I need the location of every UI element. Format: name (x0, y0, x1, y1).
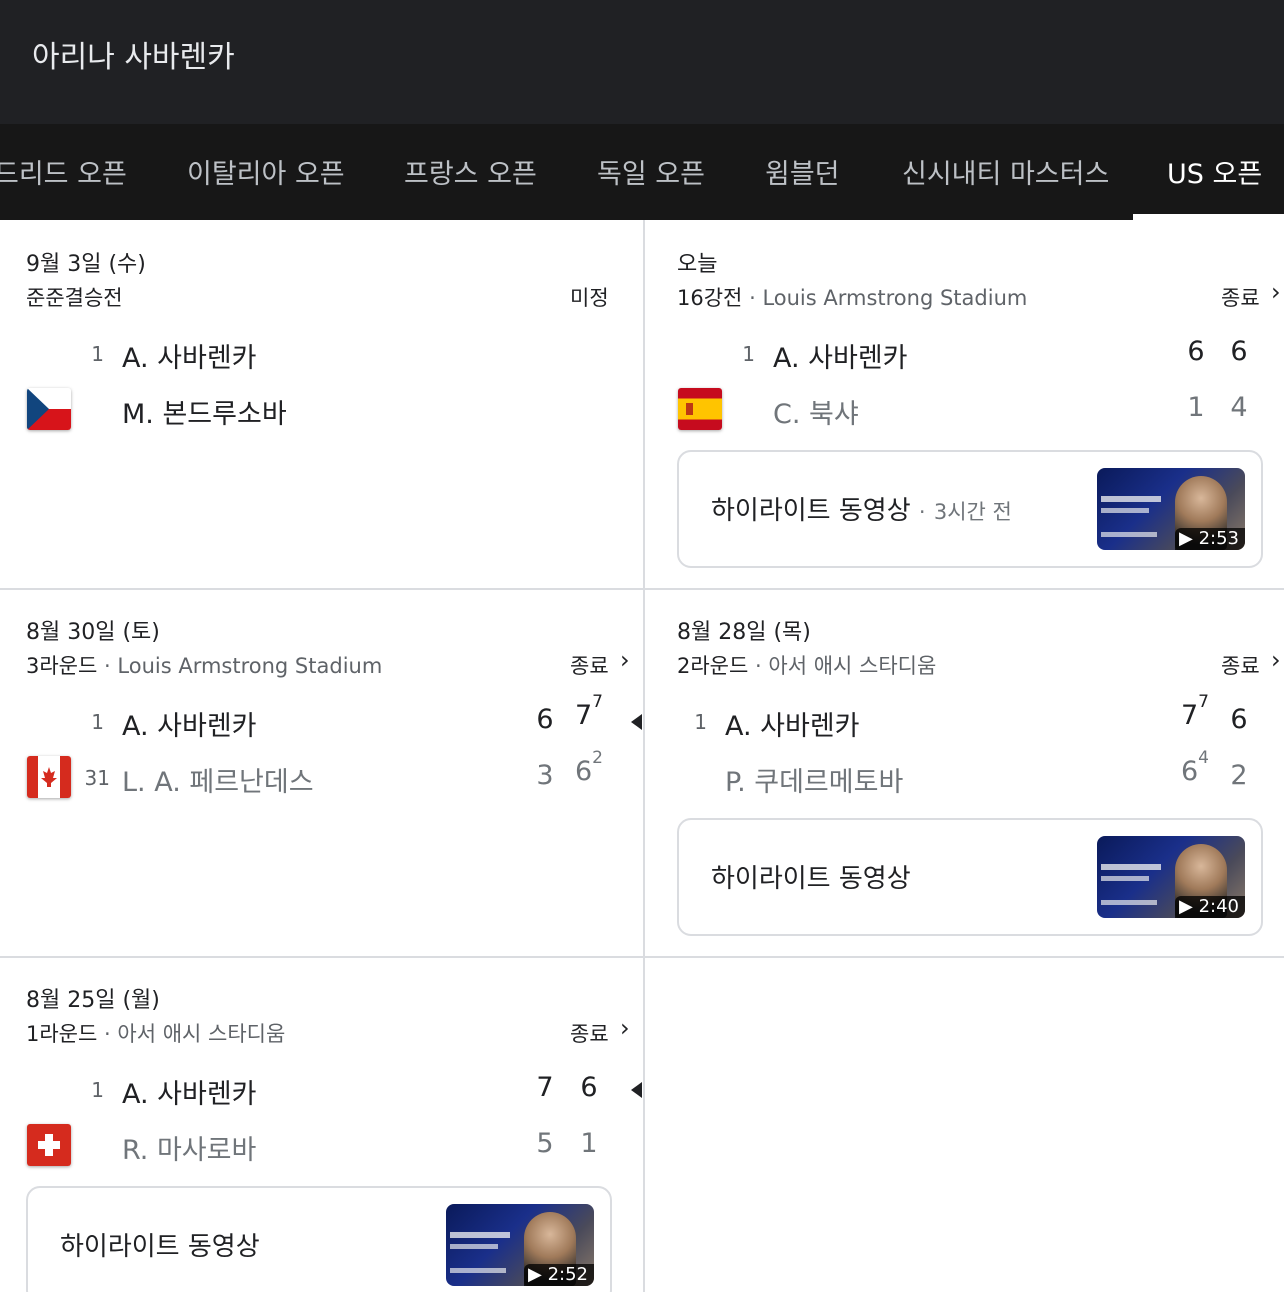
set-score: 6 (580, 1072, 598, 1103)
video-thumbnail[interactable]: ▶ 2:40 (1097, 836, 1245, 918)
czech-flag-icon (27, 388, 71, 430)
player-name[interactable]: A. 사바렌카 (773, 336, 908, 375)
match-card-round-3[interactable]: 8월 30일 (토) 3라운드 · Louis Armstrong Stadiu… (0, 590, 643, 956)
player-seed: 1 (742, 342, 755, 366)
switzerland-flag-icon (27, 1124, 71, 1166)
player-name[interactable]: A. 사바렌카 (122, 336, 257, 375)
match-date: 8월 28일 (목) (677, 620, 811, 645)
match-date: 8월 25일 (월) (26, 988, 160, 1013)
set-score: 64 (1180, 748, 1209, 787)
player-seed: 31 (84, 766, 110, 790)
chevron-right-icon[interactable]: › (620, 646, 630, 674)
highlight-video-card[interactable]: 하이라이트 동영상 ▶ 2:40 (677, 818, 1263, 936)
set-score: 77 (574, 692, 603, 731)
player-seed: 1 (694, 710, 707, 734)
set-score: 5 (536, 1128, 554, 1159)
set-score: 1 (580, 1128, 598, 1159)
player-seed: 1 (91, 1078, 104, 1102)
player-name[interactable]: C. 북샤 (773, 392, 859, 431)
set-score: 6 (1187, 336, 1205, 367)
tiebreak-score: 7 (1198, 692, 1209, 712)
player-name[interactable]: A. 사바렌카 (122, 704, 257, 743)
set-score: 4 (1230, 392, 1248, 423)
match-round: 16강전 · Louis Armstrong Stadium (677, 286, 1028, 310)
tab-madrid-open[interactable]: 드리드 오픈 (0, 152, 127, 191)
match-status: 종료 (1221, 654, 1260, 678)
player-seed: 1 (91, 710, 104, 734)
set-score: 6 (536, 704, 554, 735)
player-name[interactable]: A. 사바렌카 (122, 1072, 257, 1111)
match-status: 미정 (570, 286, 609, 310)
tab-german-open[interactable]: 독일 오픈 (597, 152, 705, 191)
match-card-round-of-16[interactable]: 오늘 16강전 · Louis Armstrong Stadium 종료 › 1… (645, 220, 1284, 588)
tab-french-open[interactable]: 프랑스 오픈 (404, 152, 537, 191)
tiebreak-score: 4 (1198, 748, 1209, 768)
tab-cincinnati-masters[interactable]: 신시내티 마스터스 (902, 152, 1109, 191)
match-status: 종료 (570, 654, 609, 678)
set-score: 77 (1180, 692, 1209, 731)
set-score: 6 (1230, 704, 1248, 735)
match-date: 9월 3일 (수) (26, 252, 146, 277)
set-score: 6 (1230, 336, 1248, 367)
video-duration: ▶ 2:52 (524, 1264, 594, 1286)
video-duration: ▶ 2:53 (1175, 528, 1245, 550)
tiebreak-score: 2 (592, 748, 603, 768)
set-score: 1 (1187, 392, 1205, 423)
chevron-right-icon[interactable]: › (1271, 278, 1281, 306)
tab-wimbledon[interactable]: 윔블던 (765, 152, 840, 191)
highlight-label: 하이라이트 동영상 · 3시간 전 (711, 496, 1012, 526)
match-round: 준준결승전 (26, 286, 123, 310)
tiebreak-score: 7 (592, 692, 603, 712)
match-round: 1라운드 · 아서 애시 스타디움 (26, 1022, 286, 1046)
tournament-tabs: 드리드 오픈 이탈리아 오픈 프랑스 오픈 독일 오픈 윔블던 신시내티 마스터… (0, 124, 1284, 220)
player-name[interactable]: L. A. 페르난데스 (122, 760, 314, 799)
match-card-round-2[interactable]: 8월 28일 (목) 2라운드 · 아서 애시 스타디움 종료 › 1 A. 사… (645, 590, 1284, 956)
tab-us-open[interactable]: US 오픈 (1167, 152, 1262, 191)
winner-indicator-icon (631, 1082, 642, 1098)
tab-italian-open[interactable]: 이탈리아 오픈 (187, 152, 345, 191)
match-round: 2라운드 · 아서 애시 스타디움 (677, 654, 937, 678)
set-score: 2 (1230, 760, 1248, 791)
spain-flag-icon (678, 388, 722, 430)
match-round: 3라운드 · Louis Armstrong Stadium (26, 654, 383, 678)
set-score: 7 (536, 1072, 554, 1103)
match-status: 종료 (1221, 286, 1260, 310)
player-seed: 1 (91, 342, 104, 366)
chevron-right-icon[interactable]: › (620, 1014, 630, 1042)
match-status: 종료 (570, 1022, 609, 1046)
highlight-label: 하이라이트 동영상 (60, 1232, 260, 1262)
player-name[interactable]: R. 마사로바 (122, 1128, 256, 1167)
highlight-label: 하이라이트 동영상 (711, 864, 911, 894)
page-title: 아리나 사바렌카 (32, 40, 235, 75)
player-name[interactable]: M. 본드루소바 (122, 392, 287, 431)
app-header: 아리나 사바렌카 (0, 0, 1284, 124)
set-score: 3 (536, 760, 554, 791)
video-thumbnail[interactable]: ▶ 2:52 (446, 1204, 594, 1286)
chevron-right-icon[interactable]: › (1271, 646, 1281, 674)
highlight-video-card[interactable]: 하이라이트 동영상 ▶ 2:52 (26, 1186, 612, 1292)
canada-flag-icon (27, 756, 71, 798)
match-date: 오늘 (677, 252, 718, 277)
winner-indicator-icon (631, 714, 642, 730)
video-duration: ▶ 2:40 (1175, 896, 1245, 918)
video-thumbnail[interactable]: ▶ 2:53 (1097, 468, 1245, 550)
match-date: 8월 30일 (토) (26, 620, 160, 645)
player-name[interactable]: P. 쿠데르메토바 (725, 760, 903, 799)
player-name[interactable]: A. 사바렌카 (725, 704, 860, 743)
match-card-quarterfinal[interactable]: 9월 3일 (수) 준준결승전 미정 1 A. 사바렌카 M. 본드루소바 (0, 220, 643, 588)
match-card-round-1[interactable]: 8월 25일 (월) 1라운드 · 아서 애시 스타디움 종료 › 1 A. 사… (0, 958, 643, 1292)
set-score: 62 (574, 748, 603, 787)
highlight-video-card[interactable]: 하이라이트 동영상 · 3시간 전 ▶ 2:53 (677, 450, 1263, 568)
